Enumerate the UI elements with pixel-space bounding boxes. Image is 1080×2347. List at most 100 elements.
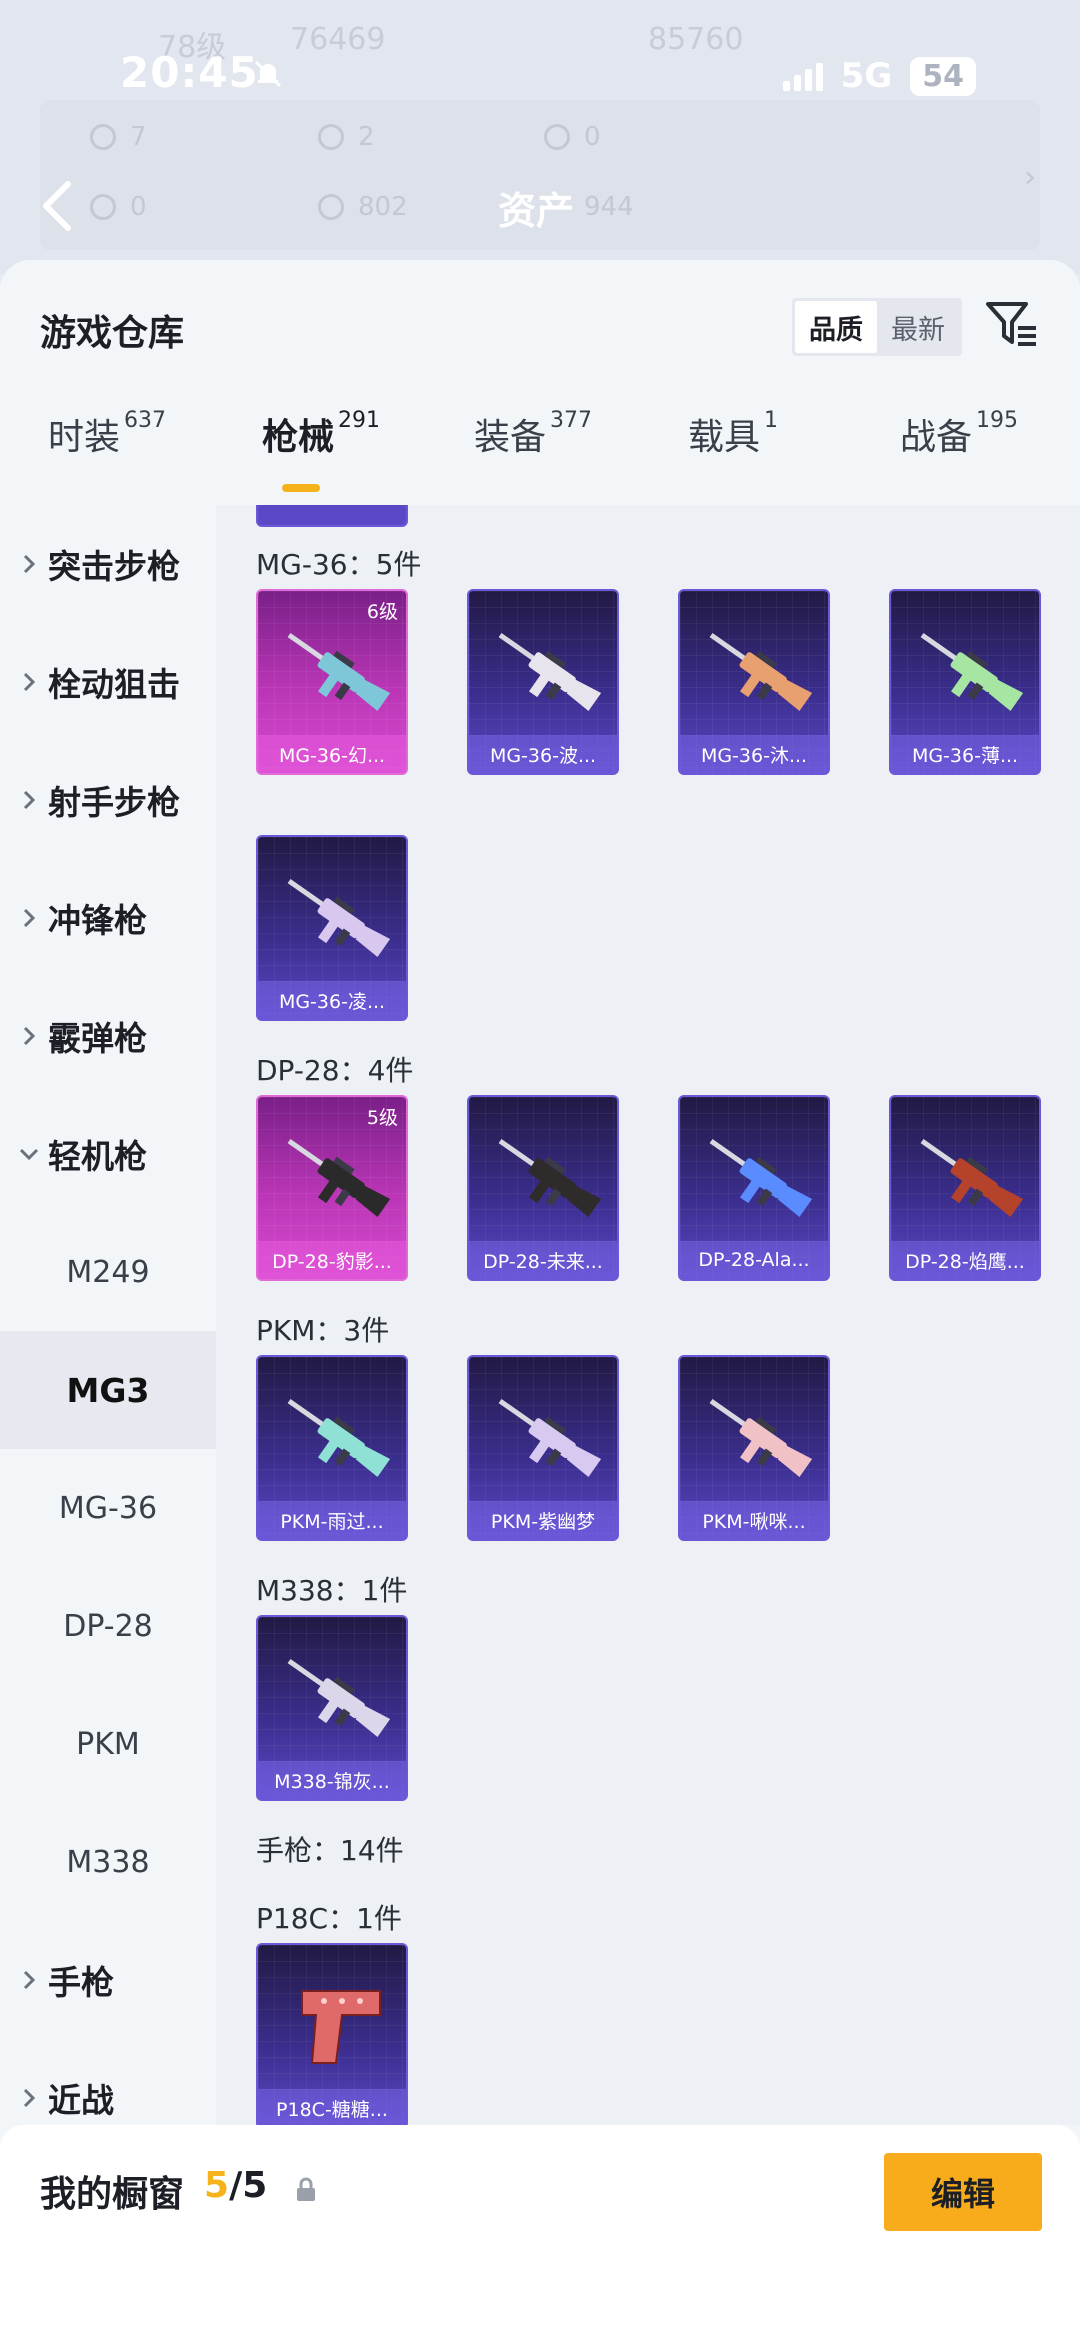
- chevron-right-icon: [23, 790, 36, 810]
- weapon-name: DP-28-焰鹰...: [891, 1241, 1039, 1279]
- weapon-card[interactable]: PKM-啾咪...: [678, 1355, 830, 1541]
- section-title: 手枪：14件: [256, 1834, 404, 1867]
- weapon-card[interactable]: MG-36-沐...: [678, 589, 830, 775]
- weapon-name: MG-36-沐...: [680, 735, 828, 773]
- network-text: 5G: [840, 56, 893, 96]
- stat-3: 0: [544, 122, 601, 152]
- subcategory-m249[interactable]: M249: [0, 1213, 216, 1331]
- subcategory-mg3[interactable]: MG3: [0, 1331, 216, 1449]
- category-assault-rifle[interactable]: 突击步枪: [0, 505, 216, 623]
- weapon-name: MG-36-波...: [469, 735, 617, 773]
- rifle-image: [709, 632, 813, 712]
- weapon-level: 5级: [366, 1107, 398, 1129]
- weapon-name: MG-36-幻...: [258, 735, 406, 773]
- rifle-image: [287, 1658, 391, 1738]
- status-time: 20:45: [120, 48, 259, 97]
- status-right: 5G 54: [782, 56, 976, 96]
- asset-label: 资产: [498, 189, 575, 233]
- weapon-name: PKM-雨过...: [258, 1501, 406, 1539]
- rifle-image: [287, 1398, 391, 1478]
- subcategory-dp28[interactable]: DP-28: [0, 1567, 216, 1685]
- rifle-image: [287, 632, 391, 712]
- lock-icon: [297, 2177, 315, 2201]
- tab-equipment[interactable]: 装备 377: [474, 408, 592, 498]
- tab-vehicles[interactable]: 载具 1: [688, 408, 778, 498]
- rifle-image: [709, 1138, 813, 1218]
- chevron-right-icon: [23, 908, 36, 928]
- showcase-bar: 我的橱窗 5/5 编辑: [0, 2125, 1080, 2347]
- weapon-name: MG-36-凌...: [258, 981, 406, 1019]
- category-pistol[interactable]: 手枪: [0, 1921, 216, 2039]
- weapon-card[interactable]: 5级 DP-28-豹影...: [256, 1095, 408, 1281]
- section-title: DP-28：4件: [256, 1054, 414, 1087]
- back-icon[interactable]: [38, 178, 78, 234]
- chevron-right-icon[interactable]: ›: [1024, 160, 1036, 195]
- category-shotgun[interactable]: 霰弹枪: [0, 977, 216, 1095]
- weapon-name: DP-28-未来...: [469, 1241, 617, 1279]
- chevron-down-icon: [19, 1148, 39, 1161]
- chevron-right-icon: [23, 672, 36, 692]
- rifle-image: [498, 632, 602, 712]
- warehouse-sheet: 游戏仓库 品质 最新 时装 637 枪械 291 装备 377 载具 1 战备 195 突…: [0, 260, 1080, 2347]
- section-title: P18C：1件: [256, 1902, 402, 1935]
- battery-icon: 54: [910, 56, 976, 96]
- weapon-name: PKM-紫幽梦: [469, 1501, 617, 1539]
- category-lmg[interactable]: 轻机枪: [0, 1095, 216, 1213]
- weapon-card[interactable]: MG-36-薄...: [889, 589, 1041, 775]
- rifle-image: [498, 1138, 602, 1218]
- category-smg[interactable]: 冲锋枪: [0, 859, 216, 977]
- chevron-right-icon: [23, 2088, 36, 2108]
- score-text: 85760: [648, 22, 744, 57]
- showcase-label: 我的橱窗: [40, 2174, 185, 2215]
- previous-card-stub[interactable]: [256, 505, 408, 527]
- edit-button[interactable]: 编辑: [884, 2153, 1042, 2231]
- weapon-name: PKM-啾咪...: [680, 1501, 828, 1539]
- weapon-card[interactable]: DP-28-未来...: [467, 1095, 619, 1281]
- weapon-grid: MG-36：5件 6级 MG-36-幻... MG-36-波... MG-36-沐..…: [216, 505, 1080, 2125]
- weapon-card[interactable]: DP-28-焰鹰...: [889, 1095, 1041, 1281]
- stat-1: 7: [90, 122, 147, 152]
- weapon-level: 6级: [366, 601, 398, 623]
- pistol-image: [301, 1990, 381, 2064]
- coins-text: 76469: [290, 22, 386, 57]
- rifle-image: [287, 1138, 391, 1218]
- signal-icon: [782, 61, 823, 91]
- weapon-name: DP-28-Ala...: [680, 1241, 828, 1279]
- weapon-card[interactable]: DP-28-Ala...: [678, 1095, 830, 1281]
- rifle-image: [498, 1398, 602, 1478]
- stat-4: 0: [90, 192, 147, 222]
- weapon-card[interactable]: 6级 MG-36-幻...: [256, 589, 408, 775]
- rifle-image: [709, 1398, 813, 1478]
- tab-fashion[interactable]: 时装 637: [48, 408, 166, 498]
- category-bolt-sniper[interactable]: 栓动狙击: [0, 623, 216, 741]
- chevron-right-icon: [23, 1026, 36, 1046]
- category-marksman-rifle[interactable]: 射手步枪: [0, 741, 216, 859]
- chevron-right-icon: [23, 1970, 36, 1990]
- sort-toggle[interactable]: 品质 最新: [792, 298, 962, 356]
- section-title: PKM：3件: [256, 1314, 390, 1347]
- weapon-name: DP-28-豹影...: [258, 1241, 406, 1279]
- weapon-card[interactable]: MG-36-波...: [467, 589, 619, 775]
- weapon-card[interactable]: MG-36-凌...: [256, 835, 408, 1021]
- sort-newest-button[interactable]: 最新: [877, 301, 959, 353]
- sort-quality-button[interactable]: 品质: [795, 301, 877, 353]
- weapon-card[interactable]: M338-锦灰...: [256, 1615, 408, 1801]
- weapon-card[interactable]: PKM-雨过...: [256, 1355, 408, 1541]
- weapon-name: MG-36-薄...: [891, 735, 1039, 773]
- stat-6: 944: [584, 192, 634, 222]
- active-tab-indicator: [282, 484, 320, 492]
- category-sidebar: 突击步枪 栓动狙击 射手步枪 冲锋枪 霰弹枪 轻机枪 M249 MG3 MG-3…: [0, 505, 216, 2347]
- subcategory-mg36[interactable]: MG-36: [0, 1449, 216, 1567]
- rifle-image: [920, 632, 1024, 712]
- profile-header-background: 78级 76469 85760 7 2 0 0 802 944 资产 › 20:…: [0, 0, 1080, 275]
- filter-icon[interactable]: [984, 296, 1040, 352]
- tab-supplies[interactable]: 战备 195: [900, 408, 1018, 498]
- subcategory-m338[interactable]: M338: [0, 1803, 216, 1921]
- section-title: MG-36：5件: [256, 548, 422, 581]
- stat-5: 802: [318, 192, 408, 222]
- weapon-card[interactable]: P18C-糖糖...: [256, 1943, 408, 2125]
- sheet-title: 游戏仓库: [40, 313, 185, 354]
- weapon-card[interactable]: PKM-紫幽梦: [467, 1355, 619, 1541]
- subcategory-pkm[interactable]: PKM: [0, 1685, 216, 1803]
- tab-firearms[interactable]: 枪械 291: [262, 408, 380, 498]
